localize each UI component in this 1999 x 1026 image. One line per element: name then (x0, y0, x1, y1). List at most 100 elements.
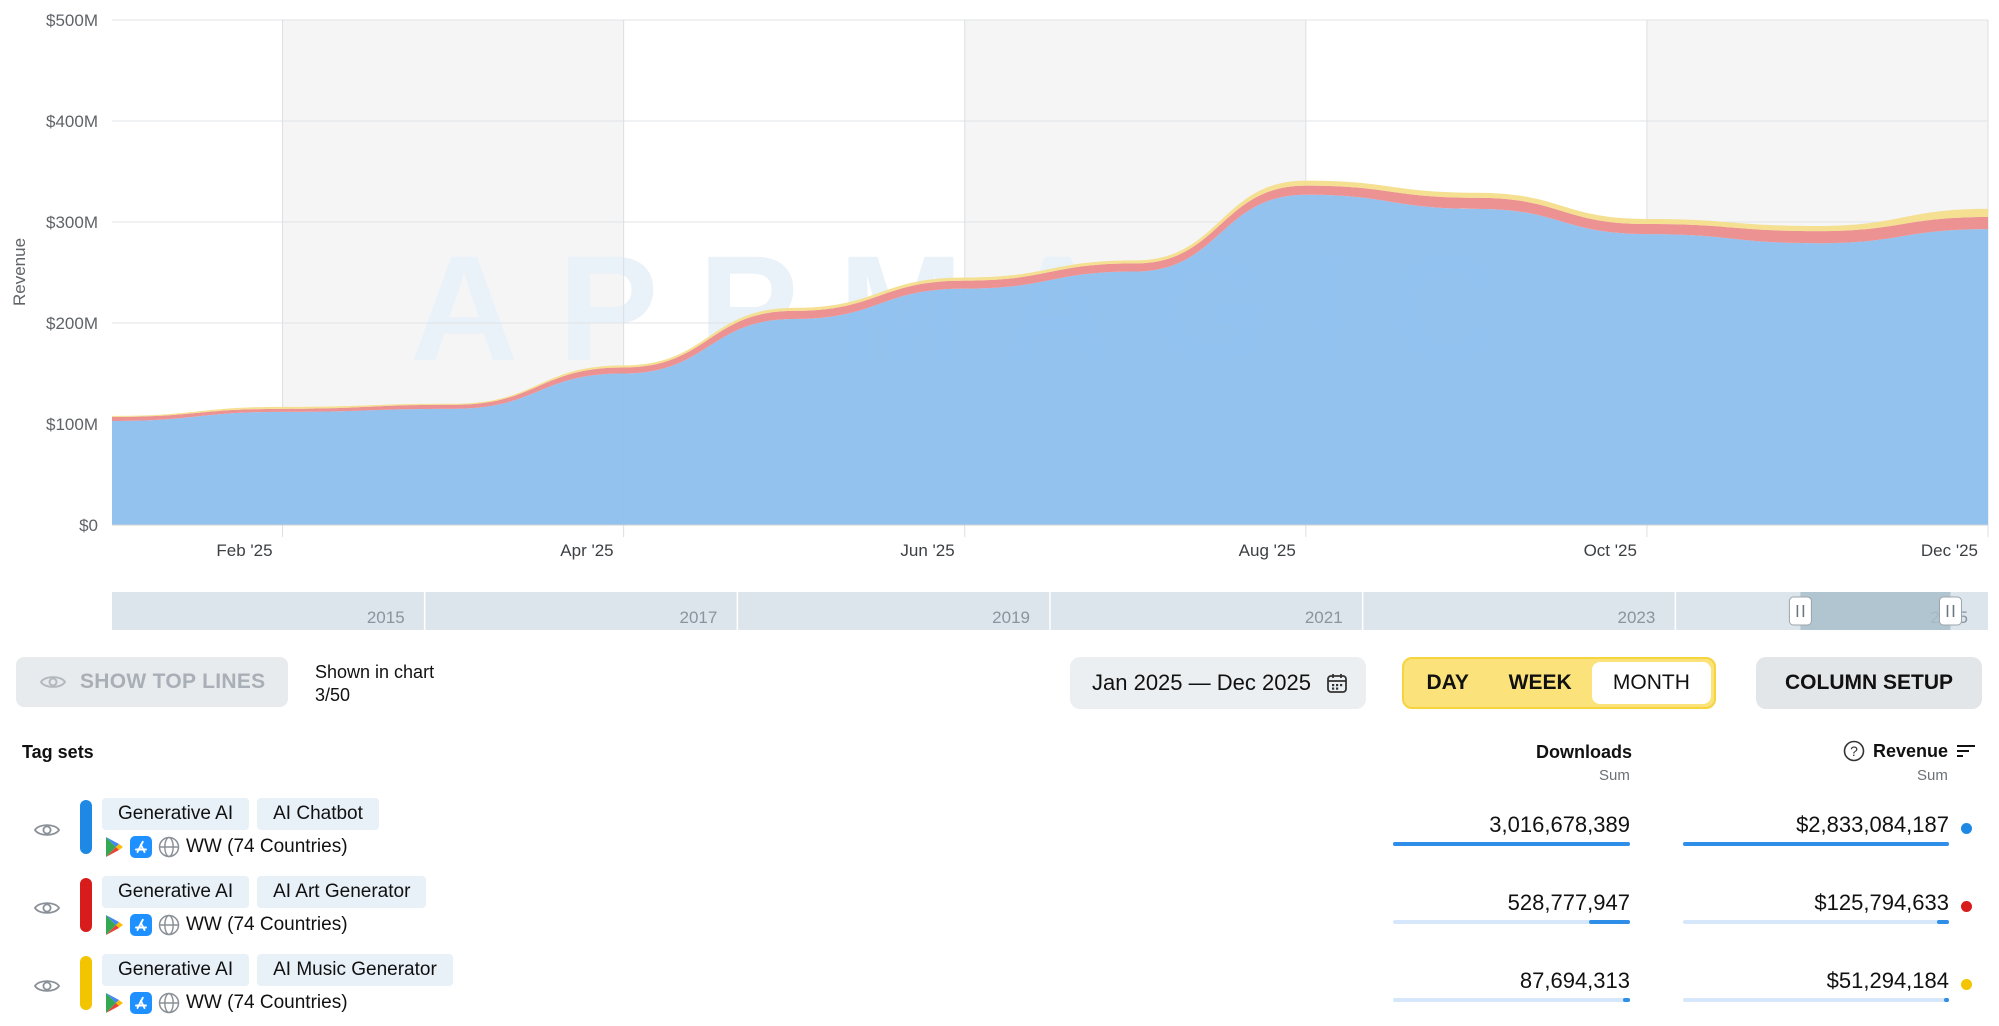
tag-chip[interactable]: AI Chatbot (257, 798, 379, 830)
google-play-icon (104, 836, 124, 858)
y-tick-label: $500M (46, 11, 98, 30)
y-tick-label: $0 (79, 516, 98, 535)
app-store-icon (130, 992, 152, 1014)
globe-icon (158, 914, 180, 936)
downloads-share-bar (1393, 998, 1630, 1002)
period-week-button[interactable]: WEEK (1488, 662, 1591, 704)
navigator-year-label: 2015 (367, 608, 405, 627)
tag-chip[interactable]: Generative AI (102, 798, 250, 830)
store-region-line: WW (74 Countries) (104, 834, 348, 860)
store-region-line: WW (74 Countries) (104, 912, 348, 938)
google-play-icon (104, 992, 124, 1014)
series-color-dot (1961, 979, 1972, 990)
period-toggle: DAY WEEK MONTH (1402, 657, 1716, 709)
y-tick-label: $400M (46, 112, 98, 131)
handle-body (1938, 596, 1962, 626)
store-region-line: WW (74 Countries) (104, 990, 348, 1016)
downloads-share-bar (1393, 842, 1630, 846)
date-range-picker[interactable]: Jan 2025 — Dec 2025 (1070, 657, 1366, 709)
revenue-share-fill (1683, 842, 1949, 846)
svg-text:?: ? (1850, 743, 1858, 759)
revenue-sub-header: Sum (1917, 767, 1948, 784)
shown-in-chart-value: 3/50 (315, 685, 351, 705)
shown-in-chart-label: Shown in chart (315, 662, 435, 682)
time-navigator[interactable]: 201520172019202120232025 (112, 592, 1988, 630)
downloads-value: 3,016,678,389 (1489, 812, 1630, 837)
region-label: WW (74 Countries) (186, 836, 348, 857)
visibility-eye-icon[interactable] (33, 822, 61, 843)
eye-icon (40, 674, 66, 690)
globe-icon (158, 836, 180, 858)
navigator-selection[interactable] (1800, 592, 1951, 630)
table-row[interactable]: Generative AI AI Art Generator WW (74 Coun… (0, 876, 1999, 948)
revenue-share-fill (1937, 920, 1949, 924)
downloads-header[interactable]: Downloads (1536, 742, 1632, 763)
calendar-icon (1326, 672, 1348, 694)
x-tick-label: Apr '25 (560, 541, 613, 560)
downloads-share-bar (1393, 920, 1630, 924)
downloads-sub-header: Sum (1599, 767, 1630, 784)
column-setup-button[interactable]: COLUMN SETUP (1756, 657, 1982, 709)
globe-icon (158, 992, 180, 1014)
downloads-share-fill (1588, 920, 1630, 924)
visibility-eye-icon[interactable] (33, 978, 61, 999)
sort-descending-icon[interactable] (1956, 743, 1976, 759)
revenue-share-fill (1944, 998, 1949, 1002)
period-day-button[interactable]: DAY (1407, 662, 1488, 704)
y-tick-label: $300M (46, 213, 98, 232)
google-play-icon (104, 914, 124, 936)
tag-chip[interactable]: AI Art Generator (257, 876, 427, 908)
y-axis-title: Revenue (10, 238, 29, 306)
revenue-value: $51,294,184 (1826, 968, 1949, 993)
revenue-value: $2,833,084,187 (1796, 812, 1949, 837)
tag-chip[interactable]: Generative AI (102, 954, 250, 986)
revenue-header: Revenue (1873, 740, 1949, 761)
series-color-dot (1961, 823, 1972, 834)
table-row[interactable]: Generative AI AI Chatbot WW (74 Countries)… (0, 798, 1999, 870)
navigator-handle-right[interactable] (1938, 596, 1962, 626)
table-row[interactable]: Generative AI AI Music Generator WW (74 Co… (0, 954, 1999, 1026)
shown-in-chart: Shown in chart 3/50 (315, 661, 434, 707)
tag-sets-header: Tag sets (22, 742, 94, 762)
x-axis: Feb '25 Apr '25 Jun '25 Aug '25 Oct '25 Dec '… (216, 541, 1978, 560)
y-tick-label: $100M (46, 415, 98, 434)
revenue-chart: APPMAGIC $0$100M$200M$300M$400M$500M Feb… (10, 11, 1989, 630)
handle-body (1788, 596, 1812, 626)
revenue-share-bar (1683, 920, 1949, 924)
series-color-bar (80, 878, 92, 932)
x-tick-label: Jun '25 (900, 541, 954, 560)
tag-chip[interactable]: Generative AI (102, 876, 250, 908)
revenue-header-group[interactable]: ? Revenue (1843, 740, 1976, 762)
series-color-dot (1961, 901, 1972, 912)
navigator-handle-left[interactable] (1788, 596, 1812, 626)
show-top-lines-button[interactable]: SHOW TOP LINES (16, 657, 288, 707)
x-tick-label: Feb '25 (216, 541, 272, 560)
show-top-lines-label: SHOW TOP LINES (80, 670, 266, 693)
x-tick-label: Oct '25 (1584, 541, 1637, 560)
region-label: WW (74 Countries) (186, 914, 348, 935)
period-month-button[interactable]: MONTH (1591, 662, 1711, 704)
x-tick-label: Dec '25 (1921, 541, 1978, 560)
downloads-value: 87,694,313 (1519, 968, 1630, 993)
x-tick-label: Aug '25 (1239, 541, 1296, 560)
region-label: WW (74 Countries) (186, 992, 348, 1013)
downloads-share-fill (1393, 842, 1630, 846)
navigator-year-label: 2023 (1618, 608, 1656, 627)
revenue-share-bar (1683, 842, 1949, 846)
navigator-year-label: 2021 (1305, 608, 1343, 627)
revenue-share-bar (1683, 998, 1949, 1002)
help-icon[interactable]: ? (1843, 740, 1865, 762)
series-color-bar (80, 956, 92, 1010)
navigator-year-label: 2019 (992, 608, 1030, 627)
revenue-value: $125,794,633 (1814, 890, 1949, 915)
app-store-icon (130, 836, 152, 858)
downloads-value: 528,777,947 (1507, 890, 1630, 915)
series-color-bar (80, 800, 92, 854)
visibility-eye-icon[interactable] (33, 900, 61, 921)
date-range-value: Jan 2025 — Dec 2025 (1092, 670, 1311, 695)
y-tick-label: $200M (46, 314, 98, 333)
downloads-share-fill (1623, 998, 1630, 1002)
app-store-icon (130, 914, 152, 936)
navigator-year-label: 2017 (680, 608, 718, 627)
tag-chip[interactable]: AI Music Generator (257, 954, 453, 986)
